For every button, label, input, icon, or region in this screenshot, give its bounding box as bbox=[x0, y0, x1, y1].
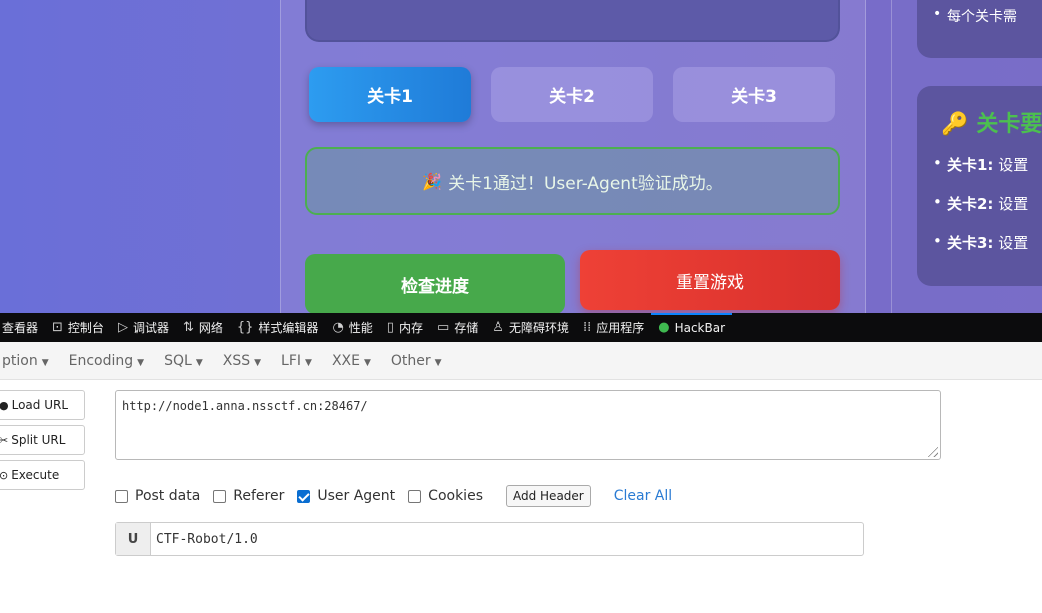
cookies-checkbox[interactable] bbox=[408, 489, 422, 503]
menu-encoding[interactable]: Encoding ▼ bbox=[59, 353, 154, 369]
tab-console[interactable]: ⊡ 控制台 bbox=[45, 313, 111, 342]
key-icon: 🔑 bbox=[941, 112, 969, 137]
user-agent-prefix: U bbox=[116, 523, 151, 555]
user-agent-option[interactable]: User Agent bbox=[297, 488, 395, 504]
load-url-button[interactable]: ● Load URL bbox=[0, 390, 85, 420]
debugger-icon: ▷ bbox=[117, 320, 128, 335]
tab-style-editor[interactable]: {} 样式编辑器 bbox=[230, 313, 326, 342]
tab-accessibility[interactable]: ♙ 无障碍环境 bbox=[485, 313, 576, 342]
requirement-item-2: • 关卡2: 设置 bbox=[933, 193, 1029, 213]
performance-icon: ◔ bbox=[332, 320, 344, 335]
hackbar-menu: ption ▼ Encoding ▼ SQL ▼ XSS ▼ LFI ▼ XXE ▼ Oth… bbox=[0, 342, 1042, 380]
requirement-item-3: • 关卡3: 设置 bbox=[933, 232, 1029, 252]
caret-down-icon: ▼ bbox=[41, 357, 49, 368]
load-icon: ● bbox=[0, 398, 9, 412]
level-3-button[interactable]: 关卡3 bbox=[673, 67, 835, 122]
tab-hackbar[interactable]: ● HackBar bbox=[651, 313, 732, 342]
options-row: Post data Referer User Agent Cookies Add… bbox=[115, 485, 672, 507]
memory-icon: ▯ bbox=[386, 320, 394, 335]
execute-icon: ⊙ bbox=[0, 468, 9, 482]
game-status-box bbox=[305, 0, 840, 42]
menu-other[interactable]: Other ▼ bbox=[381, 353, 452, 369]
caret-down-icon: ▼ bbox=[305, 357, 312, 368]
requirement-item-1: • 关卡1: 设置 bbox=[933, 154, 1029, 174]
caret-down-icon: ▼ bbox=[137, 357, 145, 368]
caret-down-icon: ▼ bbox=[434, 357, 442, 368]
tab-application[interactable]: ⁞⁞ 应用程序 bbox=[576, 313, 651, 342]
tab-debugger[interactable]: ▷ 调试器 bbox=[111, 313, 176, 342]
execute-button[interactable]: ⊙ Execute bbox=[0, 460, 85, 490]
user-agent-input[interactable] bbox=[151, 523, 863, 555]
reset-game-button[interactable]: 重置游戏 bbox=[580, 250, 840, 310]
caret-down-icon: ▼ bbox=[363, 357, 371, 368]
user-agent-checkbox[interactable] bbox=[297, 489, 311, 503]
storage-icon: ▭ bbox=[436, 320, 450, 335]
url-input[interactable] bbox=[115, 390, 941, 460]
menu-lfi[interactable]: LFI ▼ bbox=[271, 353, 322, 369]
network-icon: ⇅ bbox=[182, 320, 194, 335]
menu-encryption[interactable]: ption ▼ bbox=[0, 353, 59, 369]
menu-sql[interactable]: SQL ▼ bbox=[154, 353, 213, 369]
level-1-button[interactable]: 关卡1 bbox=[309, 67, 471, 122]
side-info-item: • 每个关卡需 bbox=[933, 6, 1017, 25]
post-data-option[interactable]: Post data bbox=[115, 488, 200, 504]
success-message-text: 关卡1通过！User-Agent验证成功。 bbox=[448, 173, 723, 194]
post-data-checkbox[interactable] bbox=[115, 489, 128, 503]
style-editor-icon: {} bbox=[236, 320, 254, 335]
referer-checkbox[interactable] bbox=[213, 489, 227, 503]
party-popper-icon: 🎉 bbox=[422, 171, 443, 191]
referer-option[interactable]: Referer bbox=[213, 488, 284, 504]
success-message: 🎉 关卡1通过！User-Agent验证成功。 bbox=[305, 147, 840, 215]
requirements-title: 🔑 关卡要 bbox=[941, 112, 1042, 137]
webpage-viewport: 关卡1 关卡2 关卡3 🎉 关卡1通过！User-Agent验证成功。 检查进度… bbox=[0, 0, 1042, 314]
application-icon: ⁞⁞ bbox=[582, 320, 592, 335]
tab-network[interactable]: ⇅ 网络 bbox=[176, 313, 230, 342]
hackbar-icon: ● bbox=[658, 320, 670, 335]
tab-memory[interactable]: ▯ 内存 bbox=[380, 313, 430, 342]
level-requirements-box: 🔑 关卡要 • 关卡1: 设置 • 关卡2: 设置 • 关卡3: 设置 bbox=[917, 86, 1042, 286]
cookies-option[interactable]: Cookies bbox=[408, 488, 483, 504]
tab-storage[interactable]: ▭ 存储 bbox=[430, 313, 485, 342]
caret-down-icon: ▼ bbox=[254, 357, 262, 368]
tab-inspector[interactable]: 查看器 bbox=[0, 313, 45, 342]
clear-all-link[interactable]: Clear All bbox=[614, 488, 672, 504]
user-agent-row: U bbox=[115, 522, 864, 556]
check-progress-button[interactable]: 检查进度 bbox=[305, 254, 565, 314]
add-header-button[interactable]: Add Header bbox=[505, 485, 591, 507]
level-2-button[interactable]: 关卡2 bbox=[491, 67, 653, 122]
side-info-box: • 每个关卡需 bbox=[917, 0, 1042, 58]
console-icon: ⊡ bbox=[52, 320, 63, 335]
tab-performance[interactable]: ◔ 性能 bbox=[325, 313, 379, 342]
accessibility-icon: ♙ bbox=[492, 320, 504, 335]
menu-xss[interactable]: XSS ▼ bbox=[213, 353, 271, 369]
caret-down-icon: ▼ bbox=[195, 357, 203, 368]
split-icon: ✂ bbox=[0, 433, 9, 447]
split-url-button[interactable]: ✂ Split URL bbox=[0, 425, 85, 455]
menu-xxe[interactable]: XXE ▼ bbox=[322, 353, 381, 369]
devtools-toolbar: 查看器 ⊡ 控制台 ▷ 调试器 ⇅ 网络 {} 样式编辑器 ◔ 性能 ▯ 内存 ▭ 存储 ♙ 无… bbox=[0, 313, 1042, 342]
